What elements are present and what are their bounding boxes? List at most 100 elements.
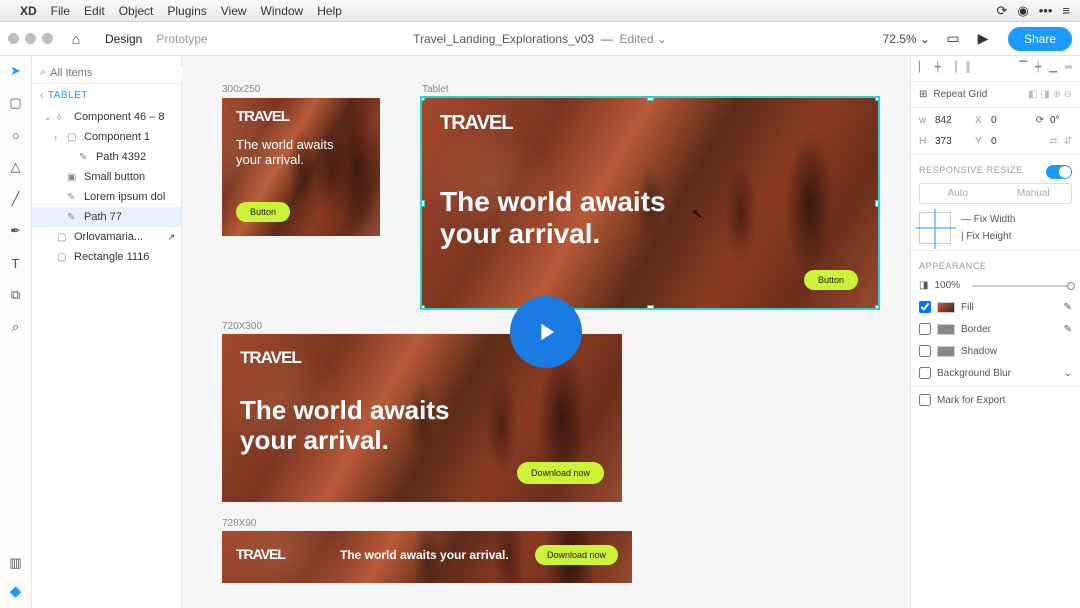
- fix-height-row[interactable]: | Fix Height: [961, 231, 1015, 242]
- distribute-icon[interactable]: ║: [964, 62, 971, 73]
- responsive-toggle[interactable]: [1046, 165, 1072, 179]
- align-left-icon[interactable]: ▏: [919, 62, 927, 73]
- flip-h-icon[interactable]: ⇄: [1049, 136, 1057, 147]
- resize-mode[interactable]: AutoManual: [919, 183, 1072, 204]
- window-controls[interactable]: [8, 33, 53, 44]
- artboard-label[interactable]: 728X90: [222, 518, 256, 529]
- fill-swatch[interactable]: [937, 302, 955, 313]
- rotate-icon[interactable]: ⟳: [1036, 115, 1044, 126]
- menubar-extra-icon[interactable]: ≡: [1062, 3, 1070, 18]
- layer-row[interactable]: ✎Path 77: [32, 207, 181, 227]
- bgblur-checkbox[interactable]: [919, 367, 931, 379]
- app-name[interactable]: XD: [20, 4, 37, 18]
- design-canvas[interactable]: 300x250 TRAVEL The world awaits your arr…: [182, 56, 910, 608]
- line-tool-icon[interactable]: ╱: [7, 190, 25, 208]
- align-bottom-icon[interactable]: ▁: [1049, 62, 1057, 73]
- zoom-tool-icon[interactable]: ⌕: [7, 318, 25, 336]
- pen-tool-icon[interactable]: ✒: [7, 222, 25, 240]
- shadow-checkbox[interactable]: [919, 345, 931, 357]
- distribute-v-icon[interactable]: ═: [1065, 62, 1072, 73]
- tagline: The world awaits your arrival.: [340, 549, 509, 563]
- sync-icon[interactable]: ⟳: [997, 3, 1008, 19]
- layer-row[interactable]: ▢Rectangle 1116: [32, 247, 181, 267]
- width-input[interactable]: [935, 115, 963, 126]
- layer-row[interactable]: ⌄⬨Component 46 – 8: [32, 107, 181, 127]
- align-vcenter-icon[interactable]: ┿: [1035, 62, 1041, 73]
- layer-row[interactable]: ›▢Component 1: [32, 127, 181, 147]
- rotation-input[interactable]: [1050, 115, 1072, 126]
- layer-search[interactable]: ⌕ ⌄: [32, 62, 181, 84]
- align-tools[interactable]: ▏ ┿ ▕ ║ ▔ ┿ ▁ ═: [911, 56, 1080, 79]
- video-play-button[interactable]: [510, 296, 582, 368]
- align-hcenter-icon[interactable]: ┿: [935, 62, 941, 73]
- polygon-tool-icon[interactable]: △: [7, 158, 25, 176]
- text-tool-icon[interactable]: T: [7, 254, 25, 272]
- menu-object[interactable]: Object: [119, 4, 154, 18]
- search-input[interactable]: [50, 67, 192, 79]
- align-top-icon[interactable]: ▔: [1019, 62, 1027, 73]
- artboard-300x250[interactable]: TRAVEL The world awaits your arrival. Bu…: [222, 98, 380, 236]
- tagline: The world awaits your arrival.: [440, 186, 700, 250]
- cloud-icon[interactable]: ◉: [1017, 3, 1028, 19]
- layer-row[interactable]: ✎Lorem ipsum dol: [32, 187, 181, 207]
- logo-text: TRAVEL: [240, 348, 301, 368]
- zoom-level[interactable]: 72.5% ⌄: [883, 32, 930, 46]
- artboard-label[interactable]: Tablet: [422, 84, 449, 95]
- height-input[interactable]: [935, 136, 963, 147]
- breadcrumb[interactable]: ‹ TABLET: [32, 84, 181, 107]
- assets-icon[interactable]: ▥: [7, 554, 25, 572]
- artboard-tablet[interactable]: TRAVEL The world awaits your arrival. Bu…: [422, 98, 878, 308]
- artboard-label[interactable]: 300x250: [222, 84, 260, 95]
- export-checkbox[interactable]: [919, 394, 931, 406]
- menu-plugins[interactable]: Plugins: [167, 4, 206, 18]
- tab-design[interactable]: Design: [105, 32, 142, 46]
- chevron-down-icon[interactable]: ⌄: [1064, 368, 1072, 379]
- layers-icon[interactable]: ◆: [7, 582, 25, 600]
- cta-button[interactable]: Download now: [517, 462, 604, 484]
- border-swatch[interactable]: [937, 324, 955, 335]
- layer-row[interactable]: ✎Path 4392: [32, 147, 181, 167]
- device-preview-icon[interactable]: ▭: [940, 26, 966, 52]
- menu-help[interactable]: Help: [317, 4, 342, 18]
- flip-v-icon[interactable]: ⇵: [1064, 136, 1072, 147]
- artboard-728x90[interactable]: TRAVEL The world awaits your arrival. Do…: [222, 531, 632, 583]
- cta-button[interactable]: Button: [236, 202, 290, 222]
- opacity-value[interactable]: 100%: [934, 280, 960, 291]
- opacity-icon: ◨: [919, 280, 928, 291]
- shadow-swatch[interactable]: [937, 346, 955, 357]
- menu-file[interactable]: File: [51, 4, 70, 18]
- select-tool-icon[interactable]: ➤: [7, 62, 25, 80]
- home-icon[interactable]: ⌂: [63, 26, 89, 52]
- align-right-icon[interactable]: ▕: [949, 62, 957, 73]
- y-input[interactable]: [991, 136, 1019, 147]
- repeat-grid-label[interactable]: Repeat Grid: [933, 89, 987, 100]
- repeat-grid-icon[interactable]: ⊞: [919, 89, 927, 100]
- layer-row[interactable]: ▣Small button: [32, 167, 181, 187]
- fix-width-row[interactable]: — Fix Width: [961, 214, 1015, 225]
- artboard-tool-icon[interactable]: ⧉: [7, 286, 25, 304]
- menu-window[interactable]: Window: [261, 4, 304, 18]
- play-preview-icon[interactable]: ▶: [970, 26, 996, 52]
- cta-button[interactable]: Download now: [535, 545, 618, 565]
- opacity-slider[interactable]: [972, 285, 1072, 287]
- tab-prototype[interactable]: Prototype: [156, 32, 207, 46]
- ellipse-tool-icon[interactable]: ○: [7, 126, 25, 144]
- inspector-panel: ▏ ┿ ▕ ║ ▔ ┿ ▁ ═ ⊞ Repeat Grid ◧ ◨ ⊕ ⊖ w …: [910, 56, 1080, 608]
- eyedropper-icon[interactable]: ✎: [1064, 324, 1072, 335]
- more-icon[interactable]: •••: [1039, 3, 1053, 18]
- layer-row[interactable]: ▢Orlovamaria...↗: [32, 227, 181, 247]
- responsive-resize-heading: RESPONSIVE RESIZE: [911, 157, 1080, 179]
- eyedropper-icon[interactable]: ✎: [1064, 302, 1072, 313]
- menu-edit[interactable]: Edit: [84, 4, 105, 18]
- boolean-ops-icon[interactable]: ◧ ◨ ⊕ ⊖: [1028, 89, 1072, 100]
- share-button[interactable]: Share: [1008, 27, 1072, 51]
- constraints-diagram[interactable]: [919, 212, 951, 244]
- menu-view[interactable]: View: [221, 4, 247, 18]
- rectangle-tool-icon[interactable]: ▢: [7, 94, 25, 112]
- artboard-label[interactable]: 720X300: [222, 321, 262, 332]
- border-label: Border: [961, 324, 991, 335]
- border-checkbox[interactable]: [919, 323, 931, 335]
- cta-button[interactable]: Button: [804, 270, 858, 290]
- fill-checkbox[interactable]: [919, 301, 931, 313]
- x-input[interactable]: [991, 115, 1019, 126]
